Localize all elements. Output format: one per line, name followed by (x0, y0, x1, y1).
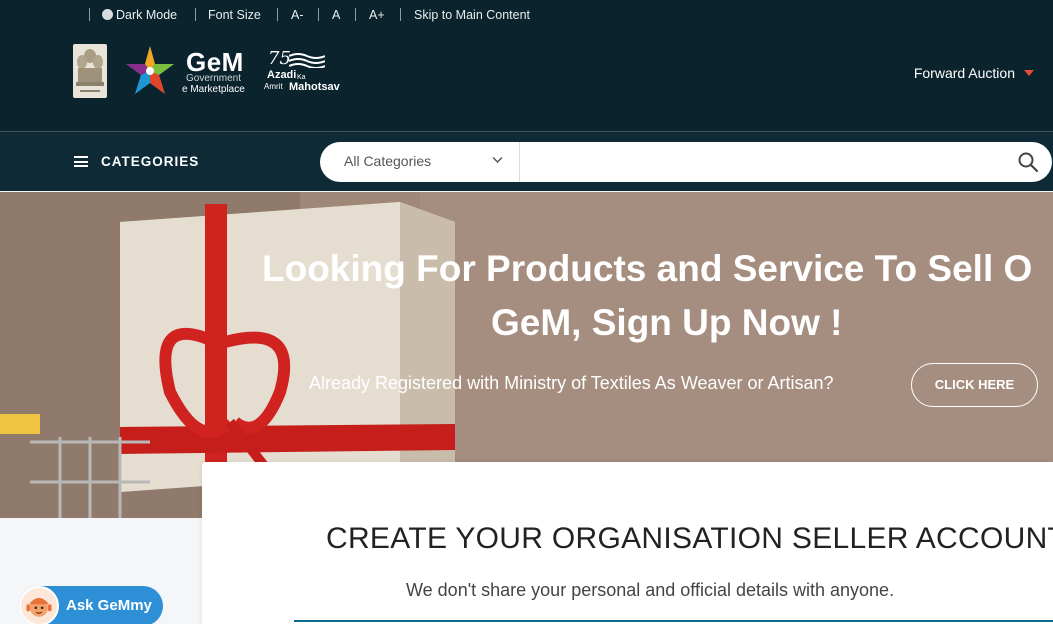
divider (89, 8, 90, 21)
gem-brand-line1: Government (186, 73, 242, 84)
gem-logo-icon[interactable] (124, 44, 176, 98)
azadi-amrit-label: Amrit (264, 82, 283, 91)
search-input[interactable] (522, 148, 1002, 176)
category-select-value: All Categories (344, 153, 432, 169)
ask-gemmy-chat-button[interactable]: Ask GeMmy (19, 586, 163, 624)
categories-menu-button[interactable]: CATEGORIES (101, 154, 199, 169)
font-decrease-button[interactable]: A- (291, 8, 304, 22)
dark-mode-toggle[interactable]: Dark Mode (102, 8, 177, 22)
divider (400, 8, 401, 21)
divider (318, 8, 319, 21)
divider (195, 8, 196, 21)
flag-waves-icon (289, 53, 325, 68)
site-header: Dark Mode Font Size A- A A+ Skip to Main… (0, 0, 1053, 131)
chevron-down-icon (492, 156, 503, 164)
card-title: CREATE YOUR ORGANISATION SELLER ACCOUNT (326, 522, 1053, 555)
search-icon[interactable] (1016, 150, 1040, 174)
caret-down-icon[interactable] (1024, 70, 1034, 76)
forward-auction-menu[interactable]: Forward Auction (914, 65, 1015, 81)
hero-title-line2: GeM, Sign Up Now ! (491, 302, 843, 343)
azadi-mahotsav-label: Mahotsav (289, 81, 340, 93)
skip-to-main-link[interactable]: Skip to Main Content (414, 8, 530, 22)
ask-gemmy-label: Ask GeMmy (66, 597, 152, 614)
font-increase-button[interactable]: A+ (369, 8, 385, 22)
divider (277, 8, 278, 21)
azadi-label: Azadi (267, 69, 297, 81)
national-emblem-logo (73, 44, 107, 98)
category-search-bar: CATEGORIES All Categories (0, 131, 1053, 191)
azadi-ka-amrit-mahotsav-logo: 75 Azadi Ka Amrit Mahotsav (263, 48, 343, 98)
card-divider (294, 620, 1053, 622)
azadi-75: 75 (268, 48, 291, 69)
accessibility-bar: Dark Mode Font Size A- A A+ Skip to Main… (0, 0, 1053, 32)
azadi-ka-label: Ka (297, 74, 306, 81)
hamburger-icon[interactable] (74, 156, 88, 167)
category-select[interactable]: All Categories (320, 142, 520, 182)
gem-brand-line2: e Marketplace (182, 84, 245, 95)
search-box: All Categories (320, 142, 1052, 182)
card-subtitle: We don't share your personal and officia… (406, 580, 895, 600)
hero-title-line1: Looking For Products and Service To Sell… (262, 248, 1033, 289)
font-reset-button[interactable]: A (332, 8, 340, 22)
divider (355, 8, 356, 21)
click-here-button[interactable]: CLICK HERE (911, 363, 1038, 407)
hero-subtitle: Already Registered with Ministry of Text… (309, 373, 834, 393)
font-size-label: Font Size (208, 8, 261, 22)
circle-toggle-icon (102, 9, 113, 20)
chatbot-avatar-icon (19, 586, 59, 624)
dark-mode-label: Dark Mode (116, 8, 178, 22)
